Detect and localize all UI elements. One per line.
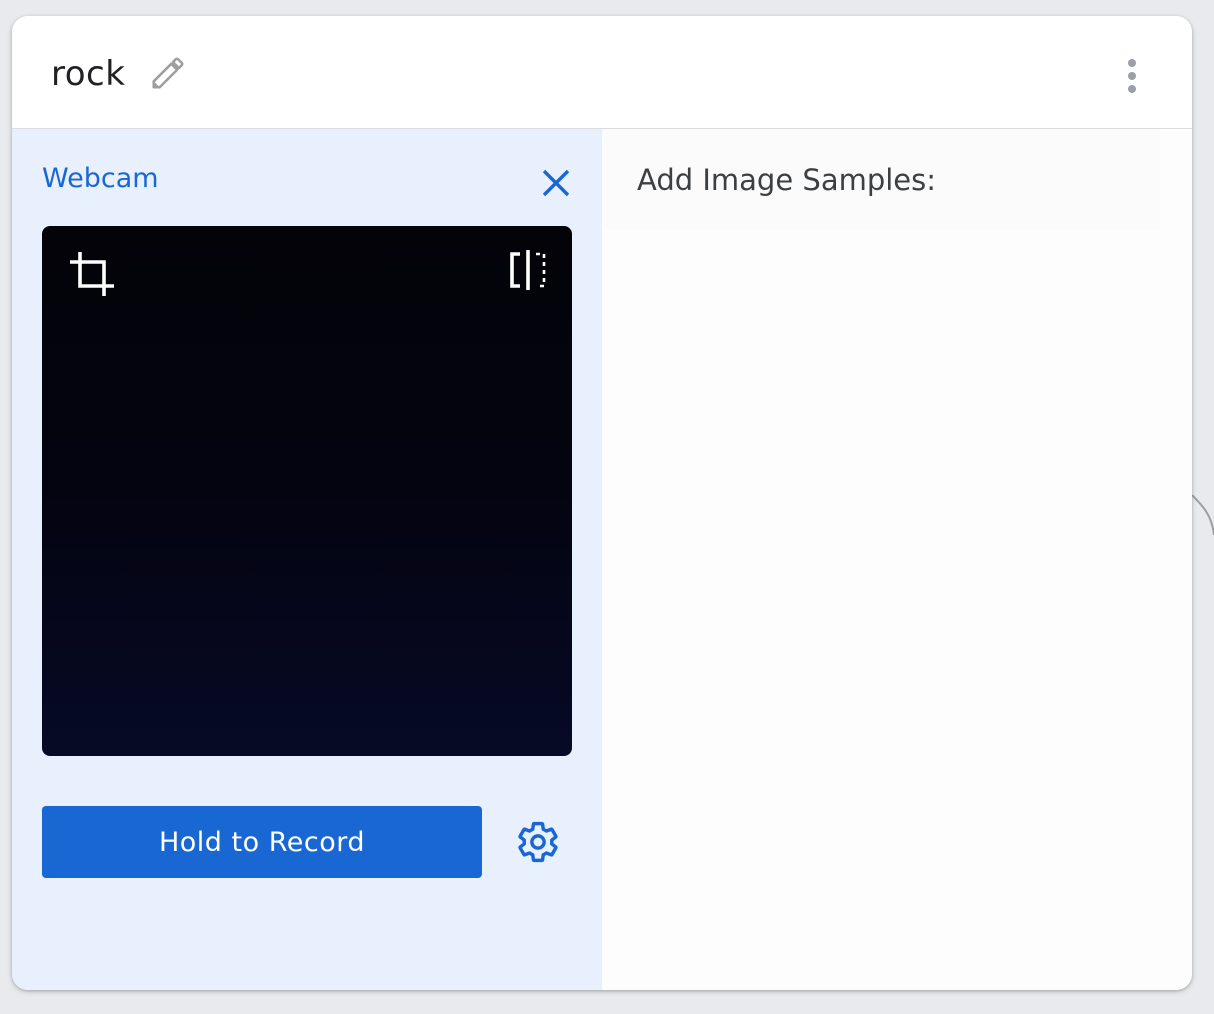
gear-icon[interactable] [515, 819, 561, 865]
close-icon[interactable] [540, 167, 572, 199]
samples-panel: Add Image Samples: [602, 129, 1192, 990]
card-body: Webcam Hold to Record Add Image Samples: [12, 129, 1192, 990]
samples-header: Add Image Samples: [602, 129, 1160, 229]
webcam-panel: Webcam Hold to Record [12, 129, 602, 990]
flip-icon[interactable] [506, 248, 550, 292]
pencil-icon[interactable] [149, 54, 187, 92]
samples-title: Add Image Samples: [637, 163, 937, 197]
hold-to-record-button[interactable]: Hold to Record [42, 806, 482, 878]
card-header: rock [12, 16, 1192, 129]
webcam-title: Webcam [42, 163, 159, 194]
crop-icon[interactable] [68, 250, 116, 298]
more-vert-icon[interactable] [1120, 58, 1144, 94]
class-card: rock Webcam Hold to Record Add Image Sam… [12, 16, 1192, 990]
connector-line [1191, 495, 1214, 536]
class-name[interactable]: rock [51, 54, 125, 94]
webcam-preview [42, 226, 572, 756]
